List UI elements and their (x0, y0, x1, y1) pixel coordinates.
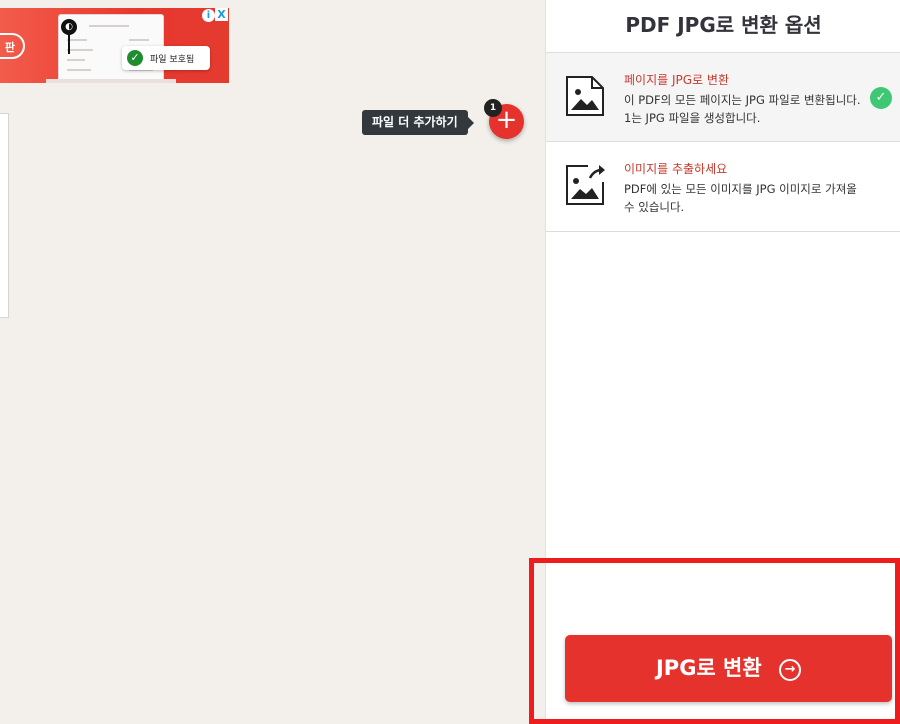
image-extract-icon (566, 165, 605, 205)
image-page-icon (566, 76, 604, 116)
ad-close-icon[interactable]: X (215, 8, 228, 21)
workspace: 판 ◐ ✓ 파일 보호됨 i X 파일 더 추가하기 + 1 (0, 0, 545, 724)
add-files-tooltip: 파일 더 추가하기 (362, 110, 474, 135)
option-extract-images[interactable]: 이미지를 추출하세요 PDF에 있는 모든 이미지를 JPG 이미지로 가져올 … (546, 142, 900, 232)
file-count-badge: 1 (484, 99, 502, 117)
selected-check-icon: ✓ (870, 87, 892, 109)
option-description: PDF에 있는 모든 이미지를 JPG 이미지로 가져올 수 있습니다. (624, 182, 857, 214)
option-title: 페이지를 JPG로 변환 (624, 73, 729, 87)
arrow-circle-right-icon: → (779, 659, 802, 681)
panel-title: PDF JPG로 변환 옵션 (625, 13, 822, 37)
ad-laptop-base (46, 79, 176, 83)
pdf-file-card[interactable] (0, 113, 9, 318)
convert-button-label: JPG로 변환 (655, 656, 762, 680)
option-description: 이 PDF의 모든 페이지는 JPG 파일로 변환됩니다. 1는 JPG 파일을… (624, 93, 861, 125)
ad-pointer-line (68, 34, 70, 54)
ad-cta-button[interactable]: 판 (0, 33, 25, 59)
options-panel: PDF JPG로 변환 옵션 페이지를 JPG로 변환 이 PDF의 모든 페이… (545, 0, 900, 724)
ad-banner[interactable]: 판 ◐ ✓ 파일 보호됨 i X (0, 8, 229, 83)
convert-to-jpg-button[interactable]: JPG로 변환 → (565, 635, 892, 702)
option-title: 이미지를 추출하세요 (624, 162, 728, 176)
ad-protected-badge: ✓ 파일 보호됨 (122, 46, 210, 70)
ad-dark-mode-icon: ◐ (61, 19, 77, 35)
ad-badge-label: 파일 보호됨 (150, 55, 195, 65)
check-circle-icon: ✓ (127, 50, 143, 66)
option-page-to-jpg[interactable]: 페이지를 JPG로 변환 이 PDF의 모든 페이지는 JPG 파일로 변환됩니… (546, 52, 900, 142)
ad-info-icon[interactable]: i (202, 9, 215, 22)
